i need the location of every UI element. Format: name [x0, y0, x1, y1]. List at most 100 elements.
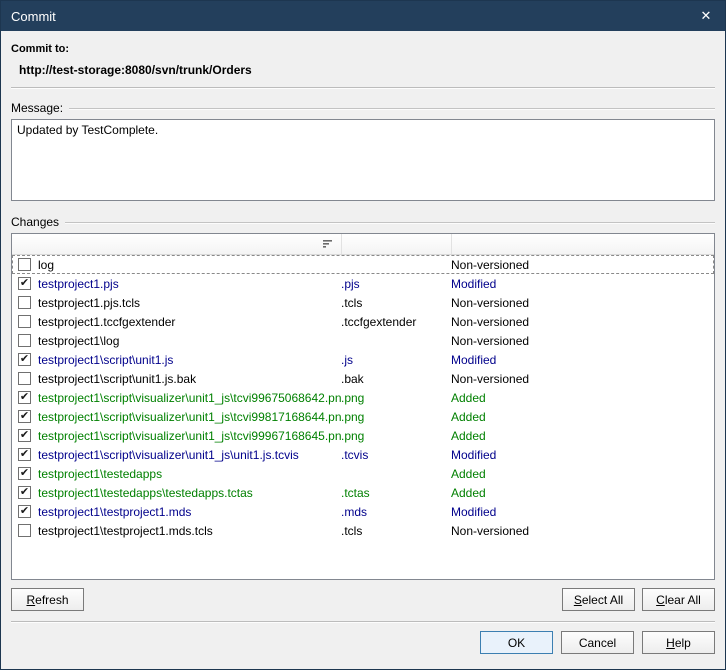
separator-top	[11, 87, 715, 89]
row-checkbox[interactable]	[18, 467, 31, 480]
row-ext: .mds	[341, 505, 451, 519]
row-status: Added	[451, 410, 714, 424]
message-group-header: Message:	[11, 101, 715, 115]
table-row[interactable]: testproject1\script\visualizer\unit1_js\…	[12, 426, 714, 445]
row-status: Non-versioned	[451, 334, 714, 348]
close-button[interactable]: ✕	[687, 1, 725, 31]
commit-dialog: { "dialog": { "title": "Commit" }, "icon…	[0, 0, 726, 670]
selection-buttons: Select All Clear All	[562, 588, 715, 611]
dialog-buttons-row: OK Cancel Help	[11, 631, 715, 654]
row-status: Non-versioned	[451, 258, 714, 272]
row-path: testproject1.tccfgextender	[38, 315, 341, 329]
row-status: Non-versioned	[451, 296, 714, 310]
row-checkbox[interactable]	[18, 448, 31, 461]
row-path: testproject1\testedapps\testedapps.tctas	[38, 486, 341, 500]
row-checkbox[interactable]	[18, 505, 31, 518]
row-status: Modified	[451, 448, 714, 462]
row-status: Non-versioned	[451, 524, 714, 538]
row-ext: .png	[341, 410, 451, 424]
message-label: Message:	[11, 101, 63, 115]
sort-icon	[323, 239, 335, 249]
clear-all-button-label: Clear All	[656, 593, 701, 607]
title-bar: Commit ✕	[1, 1, 725, 31]
help-button[interactable]: Help	[642, 631, 715, 654]
table-row[interactable]: testproject1\testproject1.mds .mds Modif…	[12, 502, 714, 521]
changes-table: log Non-versioned testproject1.pjs .pjs …	[11, 233, 715, 580]
table-row[interactable]: testproject1.tccfgextender .tccfgextende…	[12, 312, 714, 331]
changes-group-header: Changes	[11, 215, 715, 229]
row-ext: .png	[341, 429, 451, 443]
refresh-button[interactable]: Refresh	[11, 588, 84, 611]
row-status: Modified	[451, 353, 714, 367]
changes-buttons-row: Refresh Select All Clear All	[11, 588, 715, 611]
cancel-button-label: Cancel	[579, 636, 616, 650]
select-all-button[interactable]: Select All	[562, 588, 635, 611]
row-status: Added	[451, 467, 714, 481]
cancel-button[interactable]: Cancel	[561, 631, 634, 654]
header-column-status[interactable]	[452, 234, 714, 254]
row-checkbox[interactable]	[18, 429, 31, 442]
row-checkbox[interactable]	[18, 410, 31, 423]
row-path: testproject1\script\visualizer\unit1_js\…	[38, 448, 341, 462]
dialog-title: Commit	[11, 9, 687, 24]
header-column-ext[interactable]	[342, 234, 452, 254]
row-checkbox[interactable]	[18, 277, 31, 290]
clear-all-button[interactable]: Clear All	[642, 588, 715, 611]
table-row[interactable]: testproject1\testedapps\testedapps.tctas…	[12, 483, 714, 502]
table-row[interactable]: testproject1\testedapps Added	[12, 464, 714, 483]
table-row[interactable]: testproject1.pjs.tcls .tcls Non-versione…	[12, 293, 714, 312]
row-checkbox[interactable]	[18, 334, 31, 347]
row-path: testproject1.pjs	[38, 277, 341, 291]
row-status: Non-versioned	[451, 315, 714, 329]
table-row[interactable]: testproject1\script\visualizer\unit1_js\…	[12, 445, 714, 464]
ok-button-label: OK	[508, 636, 525, 650]
row-path: testproject1\log	[38, 334, 341, 348]
row-path: testproject1\testproject1.mds	[38, 505, 341, 519]
commit-to-label: Commit to:	[11, 43, 715, 55]
row-checkbox[interactable]	[18, 315, 31, 328]
header-column-path[interactable]	[12, 234, 342, 254]
row-status: Modified	[451, 505, 714, 519]
row-ext: .tccfgextender	[341, 315, 451, 329]
row-checkbox[interactable]	[18, 486, 31, 499]
table-row[interactable]: log Non-versioned	[12, 255, 714, 274]
row-checkbox[interactable]	[18, 372, 31, 385]
refresh-button-label: Refresh	[26, 593, 68, 607]
row-status: Non-versioned	[451, 372, 714, 386]
row-path: testproject1\script\unit1.js	[38, 353, 341, 367]
table-row[interactable]: testproject1.pjs .pjs Modified	[12, 274, 714, 293]
row-path: testproject1\script\visualizer\unit1_js\…	[38, 410, 341, 424]
row-ext: .bak	[341, 372, 451, 386]
table-row[interactable]: testproject1\script\unit1.js .js Modifie…	[12, 350, 714, 369]
row-checkbox[interactable]	[18, 296, 31, 309]
message-input[interactable]: Updated by TestComplete.	[11, 119, 715, 201]
row-status: Added	[451, 391, 714, 405]
row-path: testproject1\testedapps	[38, 467, 341, 481]
row-ext: .tcls	[341, 524, 451, 538]
close-icon: ✕	[701, 8, 712, 24]
row-path: testproject1\testproject1.mds.tcls	[38, 524, 341, 538]
row-ext: .tcls	[341, 296, 451, 310]
message-group-line	[69, 108, 715, 110]
table-row[interactable]: testproject1\script\visualizer\unit1_js\…	[12, 407, 714, 426]
row-ext: .tctas	[341, 486, 451, 500]
row-checkbox[interactable]	[18, 391, 31, 404]
row-path: testproject1\script\visualizer\unit1_js\…	[38, 391, 341, 405]
row-status: Added	[451, 429, 714, 443]
row-checkbox[interactable]	[18, 353, 31, 366]
row-path: log	[38, 258, 341, 272]
changes-table-body: log Non-versioned testproject1.pjs .pjs …	[12, 255, 714, 579]
row-ext: .tcvis	[341, 448, 451, 462]
table-row[interactable]: testproject1\script\visualizer\unit1_js\…	[12, 388, 714, 407]
dialog-content: Commit to: http://test-storage:8080/svn/…	[1, 31, 725, 664]
row-path: testproject1\script\visualizer\unit1_js\…	[38, 429, 341, 443]
ok-button[interactable]: OK	[480, 631, 553, 654]
row-checkbox[interactable]	[18, 258, 31, 271]
table-row[interactable]: testproject1\testproject1.mds.tcls .tcls…	[12, 521, 714, 540]
table-row[interactable]: testproject1\log Non-versioned	[12, 331, 714, 350]
row-status: Added	[451, 486, 714, 500]
table-row[interactable]: testproject1\script\unit1.js.bak .bak No…	[12, 369, 714, 388]
row-status: Modified	[451, 277, 714, 291]
row-checkbox[interactable]	[18, 524, 31, 537]
changes-table-header	[12, 234, 714, 255]
